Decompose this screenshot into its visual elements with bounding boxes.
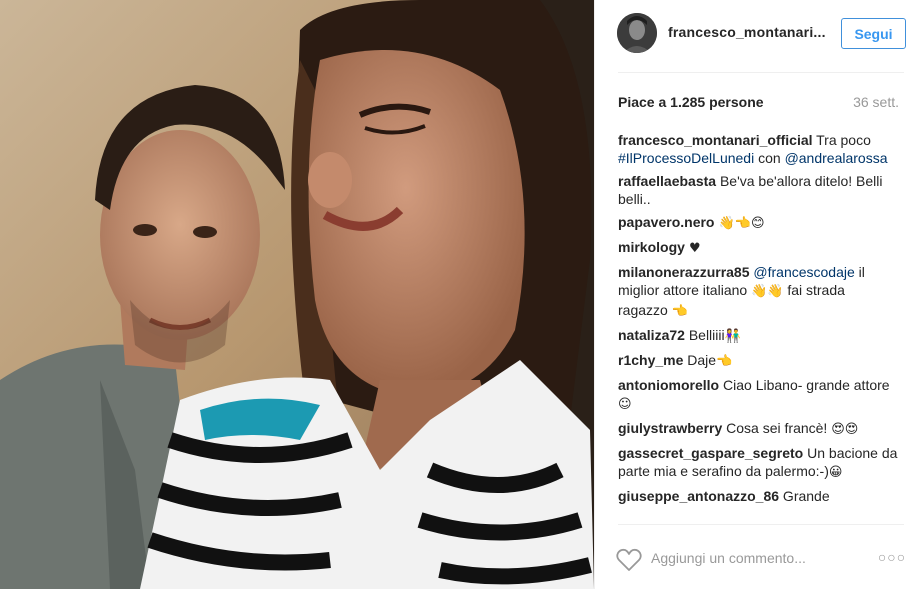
comment-author[interactable]: gassecret_gaspare_segreto — [618, 445, 803, 461]
post-header: francesco_montanari... Segui — [595, 0, 906, 72]
username[interactable]: francesco_montanari... — [668, 24, 826, 40]
comment-emoji: 😍😍 — [831, 422, 859, 437]
comment-item: francesco_montanari_official Tra poco #I… — [618, 131, 898, 167]
selfie-image — [0, 0, 594, 589]
more-options-icon[interactable]: ○○○ — [877, 547, 906, 567]
comment-item: papavero.nero 👋👈😊 — [618, 213, 898, 233]
comment-item: gassecret_gaspare_segreto Un bacione da … — [618, 444, 898, 482]
comment-item: milanonerazzurra85 @francescodaje il mig… — [618, 263, 898, 321]
comment-text: Grande — [779, 488, 830, 504]
comment-link[interactable]: @andrealarossa — [785, 150, 888, 166]
post-age[interactable]: 36 sett. — [853, 94, 899, 110]
comment-text: Cosa sei francè! — [722, 420, 832, 436]
comment-text: con — [754, 150, 785, 166]
divider — [618, 72, 904, 73]
comment-item: mirkology ♥ — [618, 238, 898, 258]
comments-list: francesco_montanari_official Tra poco #I… — [618, 131, 898, 523]
comment-emoji: 👋👋 — [751, 284, 784, 299]
comment-author[interactable]: mirkology — [618, 239, 685, 255]
avatar-image — [617, 13, 657, 53]
comment-text: Daje — [683, 352, 717, 368]
comment-emoji: ♥ — [684, 241, 701, 256]
comment-emoji: 😀 — [828, 465, 843, 480]
comment-input[interactable] — [651, 550, 861, 566]
comment-text: Ciao Libano- grande attore — [719, 377, 890, 393]
comment-emoji: 👈 — [716, 354, 733, 369]
comment-item: nataliza72 Belliiii👫 — [618, 326, 898, 346]
comment-item: antoniomorello Ciao Libano- grande attor… — [618, 376, 898, 414]
avatar[interactable] — [617, 13, 657, 53]
comment-author[interactable]: nataliza72 — [618, 327, 685, 343]
comment-emoji: 👈 — [671, 304, 688, 319]
likes-count[interactable]: Piace a 1.285 persone — [618, 94, 764, 110]
comment-author[interactable]: r1chy_me — [618, 352, 683, 368]
comment-link[interactable]: @francescodaje — [753, 264, 854, 280]
comment-emoji: ☺ — [618, 397, 632, 412]
post-info-panel: francesco_montanari... Segui Piace a 1.2… — [594, 0, 906, 589]
post-photo[interactable] — [0, 0, 594, 589]
heart-outline-icon[interactable] — [616, 548, 642, 572]
comment-author[interactable]: antoniomorello — [618, 377, 719, 393]
comment-link[interactable]: #IlProcessoDelLunedi — [618, 150, 754, 166]
comment-emoji: 👫 — [724, 329, 741, 344]
comment-item: r1chy_me Daje👈 — [618, 351, 898, 371]
comment-item: raffaellaebasta Be'va be'allora ditelo! … — [618, 172, 898, 208]
comment-bar: ○○○ — [595, 525, 906, 589]
comment-author[interactable]: milanonerazzurra85 — [618, 264, 750, 280]
post: francesco_montanari... Segui Piace a 1.2… — [0, 0, 906, 589]
comment-text: Belliiii — [684, 327, 725, 343]
comment-text: Tra poco — [812, 132, 871, 148]
comment-emoji: 👋👈😊 — [714, 216, 765, 231]
comment-author[interactable]: papavero.nero — [618, 214, 714, 230]
comment-author[interactable]: giuseppe_antonazzo_86 — [618, 488, 779, 504]
comment-item: giuseppe_antonazzo_86 Grande — [618, 487, 898, 505]
comment-author[interactable]: giulystrawberry — [618, 420, 722, 436]
comment-item: giulystrawberry Cosa sei francè! 😍😍 — [618, 419, 898, 439]
follow-button[interactable]: Segui — [841, 18, 906, 49]
comment-author[interactable]: raffaellaebasta — [618, 173, 716, 189]
comment-author[interactable]: francesco_montanari_official — [618, 132, 813, 148]
